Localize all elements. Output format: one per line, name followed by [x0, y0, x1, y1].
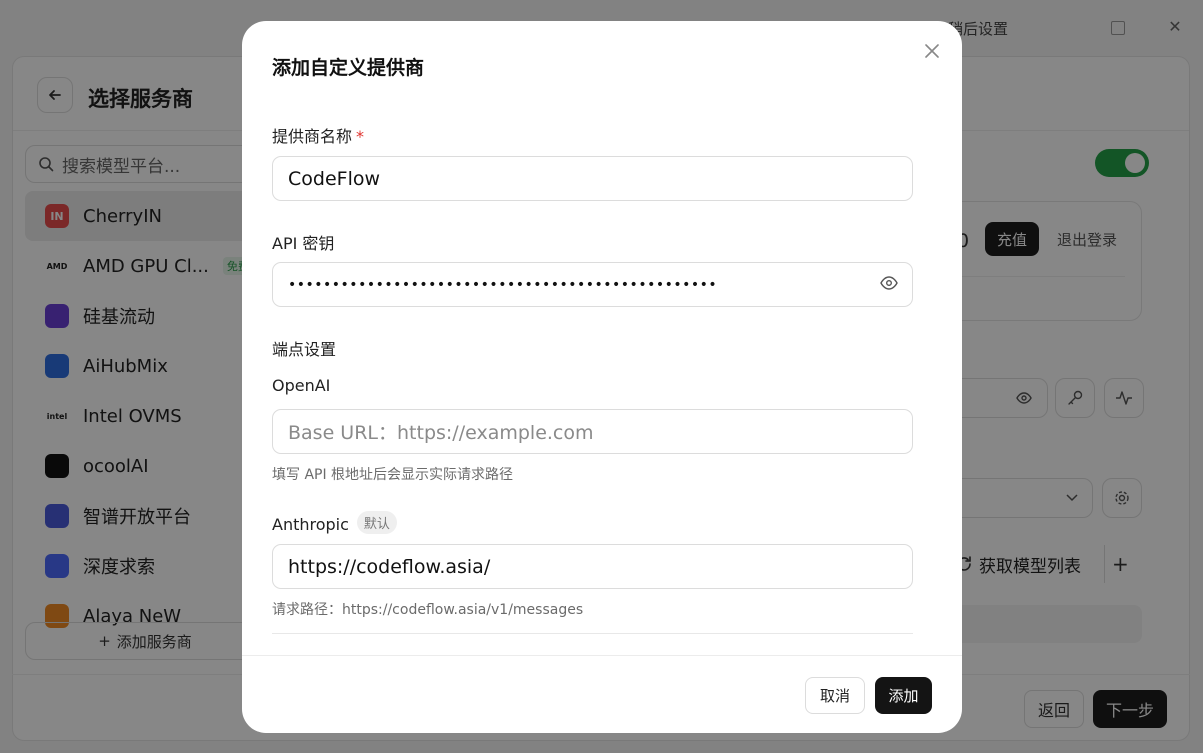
- openai-hint: 填写 API 根地址后会显示实际请求路径: [272, 467, 514, 483]
- api-key-input[interactable]: ••••••••••••••••••••••••••••••••••••••••…: [272, 262, 913, 307]
- close-icon[interactable]: [922, 41, 942, 61]
- dialog-title: 添加自定义提供商: [272, 57, 425, 79]
- openai-base-url-input[interactable]: Base URL：https://example.com: [272, 409, 913, 454]
- openai-label: OpenAI: [272, 376, 331, 395]
- anthropic-base-url-input[interactable]: https://codeflow.asia/: [272, 544, 913, 589]
- required-mark: *: [356, 127, 365, 146]
- api-key-value: ••••••••••••••••••••••••••••••••••••••••…: [288, 276, 718, 293]
- endpoint-section-label: 端点设置: [272, 340, 337, 359]
- section-divider: [272, 633, 913, 634]
- default-badge: 默认: [356, 511, 397, 534]
- provider-name-input[interactable]: CodeFlow: [272, 156, 913, 201]
- add-custom-provider-dialog: 添加自定义提供商 提供商名称 * CodeFlow API 密钥 ••••••••…: [242, 21, 962, 733]
- api-key-label: API 密钥: [272, 234, 335, 253]
- cancel-button[interactable]: 取消: [805, 677, 865, 714]
- dialog-footer-divider: [242, 655, 962, 656]
- anthropic-request-path-hint: 请求路径：https://codeflow.asia/v1/messages: [272, 602, 584, 618]
- add-button[interactable]: 添加: [875, 677, 932, 714]
- anthropic-label: Anthropic 默认: [272, 511, 397, 534]
- provider-name-label: 提供商名称 *: [272, 127, 365, 146]
- eye-icon[interactable]: [880, 276, 898, 290]
